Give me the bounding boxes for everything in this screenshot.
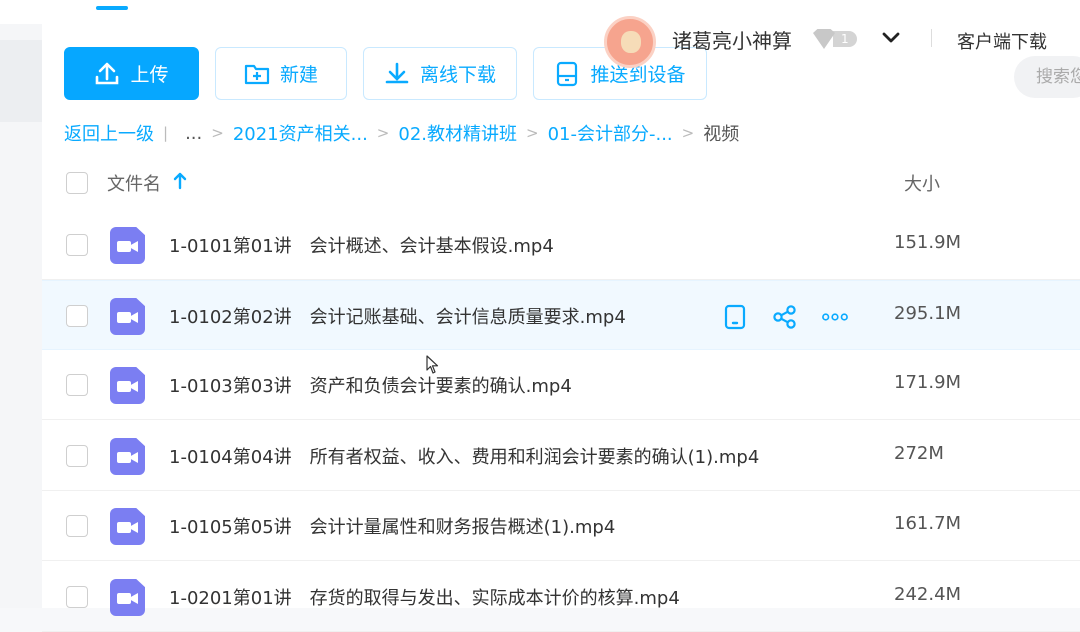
column-header-name[interactable]: 文件名 <box>107 170 161 196</box>
sidebar-active-item[interactable] <box>0 40 42 122</box>
breadcrumb-item[interactable]: 2021资产相关... <box>233 120 368 146</box>
column-header-size[interactable]: 大小 <box>904 170 940 196</box>
breadcrumb-ellipsis[interactable]: ... <box>185 123 202 144</box>
more-options-icon[interactable] <box>822 304 848 330</box>
row-actions <box>722 303 872 331</box>
download-icon <box>384 61 410 87</box>
file-name[interactable]: 1-0201第01讲 存货的取得与发出、实际成本计价的核算.mp4 <box>169 584 680 610</box>
username[interactable]: 诸葛亮小神算 <box>672 25 792 54</box>
upload-icon <box>94 61 120 87</box>
avatar[interactable] <box>604 16 656 68</box>
left-sidebar <box>0 24 42 608</box>
chevron-right-icon: > <box>526 124 539 142</box>
breadcrumb-item[interactable]: 01-会计部分-... <box>548 120 673 146</box>
file-name[interactable]: 1-0104第04讲 所有者权益、收入、费用和利润会计要素的确认(1).mp4 <box>169 443 759 469</box>
file-name[interactable]: 1-0102第02讲 会计记账基础、会计信息质量要求.mp4 <box>169 303 626 329</box>
file-list-panel: 上传 新建 离线下载 推送到设备 搜索您 诸葛亮小神算 1 客户端下载 返回上一… <box>42 16 1080 632</box>
file-name[interactable]: 1-0103第03讲 资产和负债会计要素的确认.mp4 <box>169 372 572 398</box>
vip-level: 1 <box>833 31 857 47</box>
offline-label: 离线下载 <box>419 64 496 86</box>
video-file-icon <box>110 579 145 616</box>
offline-download-button[interactable]: 离线下载 <box>363 47 517 100</box>
file-size: 295.1M <box>894 303 962 324</box>
upload-button[interactable]: 上传 <box>64 47 199 100</box>
new-label: 新建 <box>279 64 318 86</box>
share-icon[interactable] <box>772 304 798 330</box>
breadcrumb-item[interactable]: 02.教材精讲班 <box>398 120 517 146</box>
breadcrumb-separator: | <box>163 124 169 142</box>
video-file-icon <box>110 227 145 264</box>
file-size: 242.4M <box>894 584 962 605</box>
file-size: 151.9M <box>894 232 962 253</box>
mouse-cursor-icon <box>426 355 440 375</box>
sort-up-arrow-icon[interactable] <box>173 172 187 190</box>
file-size: 171.9M <box>894 372 962 393</box>
table-row[interactable]: 1-0105第05讲 会计计量属性和财务报告概述(1).mp4 161.7M <box>42 491 1080 561</box>
row-checkbox[interactable] <box>66 305 88 327</box>
video-file-icon <box>110 438 145 475</box>
file-size: 161.7M <box>894 513 962 534</box>
search-placeholder: 搜索您 <box>1036 67 1080 87</box>
search-input[interactable]: 搜索您 <box>1014 56 1080 98</box>
new-folder-button[interactable]: 新建 <box>215 47 347 100</box>
file-size: 272M <box>894 443 944 464</box>
row-checkbox[interactable] <box>66 374 88 396</box>
file-name[interactable]: 1-0105第05讲 会计计量属性和财务报告概述(1).mp4 <box>169 513 615 539</box>
top-bar <box>0 0 1080 24</box>
client-download-link[interactable]: 客户端下载 <box>957 28 1047 54</box>
table-row[interactable]: 1-0102第02讲 会计记账基础、会计信息质量要求.mp4 295.1M <box>42 280 1080 350</box>
chevron-right-icon: > <box>681 124 695 142</box>
chevron-right-icon: > <box>376 124 390 142</box>
chevron-right-icon: > <box>211 124 224 142</box>
new-folder-icon <box>244 61 270 87</box>
row-checkbox[interactable] <box>66 234 88 256</box>
table-row[interactable]: 1-0101第01讲 会计概述、会计基本假设.mp4 151.9M <box>42 210 1080 280</box>
table-row[interactable]: 1-0103第03讲 资产和负债会计要素的确认.mp4 171.9M <box>42 350 1080 420</box>
breadcrumb-back[interactable]: 返回上一级 <box>64 120 154 146</box>
table-row[interactable]: 1-0104第04讲 所有者权益、收入、费用和利润会计要素的确认(1).mp4 … <box>42 421 1080 491</box>
row-checkbox[interactable] <box>66 515 88 537</box>
select-all-checkbox[interactable] <box>66 172 88 194</box>
table-row[interactable]: 1-0201第01讲 存货的取得与发出、实际成本计价的核算.mp4 242.4M <box>42 562 1080 632</box>
table-header: 文件名 大小 <box>42 160 1080 210</box>
video-file-icon <box>110 508 145 545</box>
breadcrumb: 返回上一级 | ... > 2021资产相关... > 02.教材精讲班 > 0… <box>64 120 740 146</box>
chevron-down-icon[interactable] <box>881 30 901 44</box>
active-tab-indicator <box>96 6 128 10</box>
video-file-icon <box>110 367 145 404</box>
vip-icon <box>813 29 835 49</box>
breadcrumb-current: 视频 <box>703 124 740 145</box>
row-checkbox[interactable] <box>66 586 88 608</box>
upload-label: 上传 <box>130 64 169 86</box>
video-file-icon <box>110 298 145 335</box>
vip-badge[interactable]: 1 <box>813 29 865 49</box>
row-checkbox[interactable] <box>66 445 88 467</box>
device-icon <box>554 61 580 87</box>
divider <box>931 29 932 47</box>
push-device-icon[interactable] <box>722 304 748 330</box>
file-name[interactable]: 1-0101第01讲 会计概述、会计基本假设.mp4 <box>169 232 554 258</box>
